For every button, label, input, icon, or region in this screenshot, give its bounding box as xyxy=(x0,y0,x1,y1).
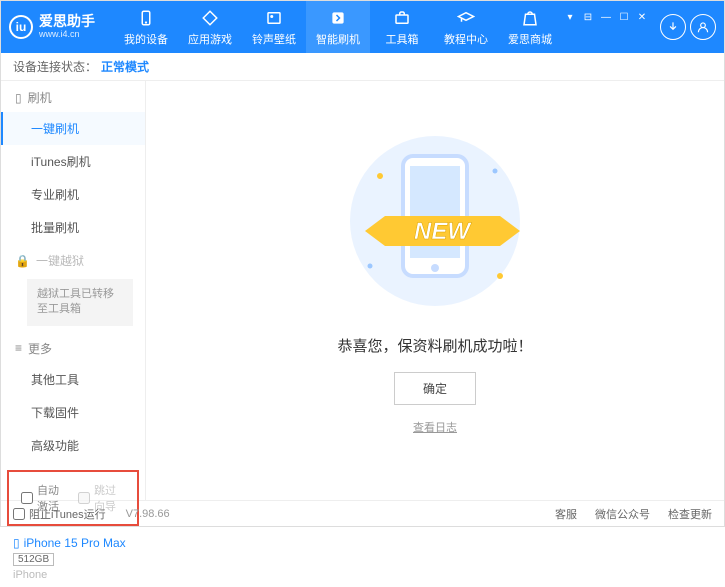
view-log-link[interactable]: 查看日志 xyxy=(413,419,457,435)
sidebar: ▯ 刷机 一键刷机 iTunes刷机 专业刷机 批量刷机 🔒 一键越狱 越狱工具… xyxy=(1,81,146,500)
bag-icon xyxy=(520,8,540,28)
footer-wechat[interactable]: 微信公众号 xyxy=(595,506,650,522)
nav-label: 教程中心 xyxy=(444,31,488,47)
nav-label: 铃声壁纸 xyxy=(252,31,296,47)
download-button[interactable] xyxy=(660,14,686,40)
sidebar-group-jailbreak: 🔒 一键越狱 xyxy=(1,244,145,275)
sidebar-item-other[interactable]: 其他工具 xyxy=(1,363,145,396)
sidebar-item-oneclick[interactable]: 一键刷机 xyxy=(1,112,145,145)
nav-tutorials[interactable]: 教程中心 xyxy=(434,1,498,53)
nav-label: 应用游戏 xyxy=(188,31,232,47)
image-icon xyxy=(264,8,284,28)
footer-update[interactable]: 检查更新 xyxy=(668,506,712,522)
graduation-icon xyxy=(456,8,476,28)
phone-icon xyxy=(136,8,156,28)
ok-button[interactable]: 确定 xyxy=(394,372,476,405)
device-type: iPhone xyxy=(13,569,133,581)
apps-icon xyxy=(200,8,220,28)
device-name-text: iPhone 15 Pro Max xyxy=(24,536,126,550)
nav-label: 我的设备 xyxy=(124,31,168,47)
jailbreak-note: 越狱工具已转移至工具箱 xyxy=(27,279,133,326)
logo: iu 爱思助手 www.i4.cn xyxy=(9,14,114,39)
status-bar: 设备连接状态： 正常模式 xyxy=(1,53,724,81)
footer-support[interactable]: 客服 xyxy=(555,506,577,522)
lock-icon: 🔒 xyxy=(15,254,30,268)
app-header: iu 爱思助手 www.i4.cn 我的设备 应用游戏 铃声壁纸 智能刷机 工具… xyxy=(1,1,724,53)
logo-icon: iu xyxy=(9,15,33,39)
app-title: 爱思助手 xyxy=(39,14,95,29)
main-content: NEW 恭喜您，保资料刷机成功啦！ 确定 查看日志 xyxy=(146,81,724,500)
block-itunes-checkbox[interactable]: 阻止iTunes运行 xyxy=(13,506,106,522)
sidebar-group-flash[interactable]: ▯ 刷机 xyxy=(1,81,145,112)
list-icon: ≡ xyxy=(15,341,22,355)
phone-small-icon: ▯ xyxy=(15,91,22,105)
nav-label: 智能刷机 xyxy=(316,31,360,47)
nav-flash[interactable]: 智能刷机 xyxy=(306,1,370,53)
nav-apps[interactable]: 应用游戏 xyxy=(178,1,242,53)
device-storage: 512GB xyxy=(13,553,54,566)
sidebar-group-more[interactable]: ≡ 更多 xyxy=(1,332,145,363)
app-url: www.i4.cn xyxy=(39,30,95,40)
flash-icon xyxy=(328,8,348,28)
device-icon: ▯ xyxy=(13,536,20,550)
sidebar-item-firmware[interactable]: 下载固件 xyxy=(1,396,145,429)
minimize-icon[interactable]: — xyxy=(598,11,614,23)
top-nav: 我的设备 应用游戏 铃声壁纸 智能刷机 工具箱 教程中心 爱思商城 xyxy=(114,1,562,53)
sidebar-item-itunes[interactable]: iTunes刷机 xyxy=(1,145,145,178)
version-text: V7.98.66 xyxy=(126,508,170,520)
nav-label: 工具箱 xyxy=(386,31,419,47)
toolbox-icon xyxy=(392,8,412,28)
svg-text:NEW: NEW xyxy=(414,218,472,245)
nav-toolbox[interactable]: 工具箱 xyxy=(370,1,434,53)
maximize-icon[interactable]: ☐ xyxy=(616,11,632,23)
sidebar-item-advanced[interactable]: 高级功能 xyxy=(1,429,145,462)
status-mode: 正常模式 xyxy=(101,58,149,75)
device-info[interactable]: ▯ iPhone 15 Pro Max 512GB iPhone xyxy=(1,530,145,587)
sidebar-item-pro[interactable]: 专业刷机 xyxy=(1,178,145,211)
status-label: 设备连接状态： xyxy=(13,58,97,75)
user-button[interactable] xyxy=(690,14,716,40)
nav-ringtones[interactable]: 铃声壁纸 xyxy=(242,1,306,53)
success-illustration: NEW xyxy=(325,126,545,319)
nav-label: 爱思商城 xyxy=(508,31,552,47)
nav-my-device[interactable]: 我的设备 xyxy=(114,1,178,53)
close-icon[interactable]: ✕ xyxy=(634,11,650,23)
success-message: 恭喜您，保资料刷机成功啦！ xyxy=(337,335,532,356)
nav-store[interactable]: 爱思商城 xyxy=(498,1,562,53)
menu-icon[interactable]: ▾ xyxy=(562,11,578,23)
pin-icon[interactable]: ⊟ xyxy=(580,11,596,23)
sidebar-item-batch[interactable]: 批量刷机 xyxy=(1,211,145,244)
